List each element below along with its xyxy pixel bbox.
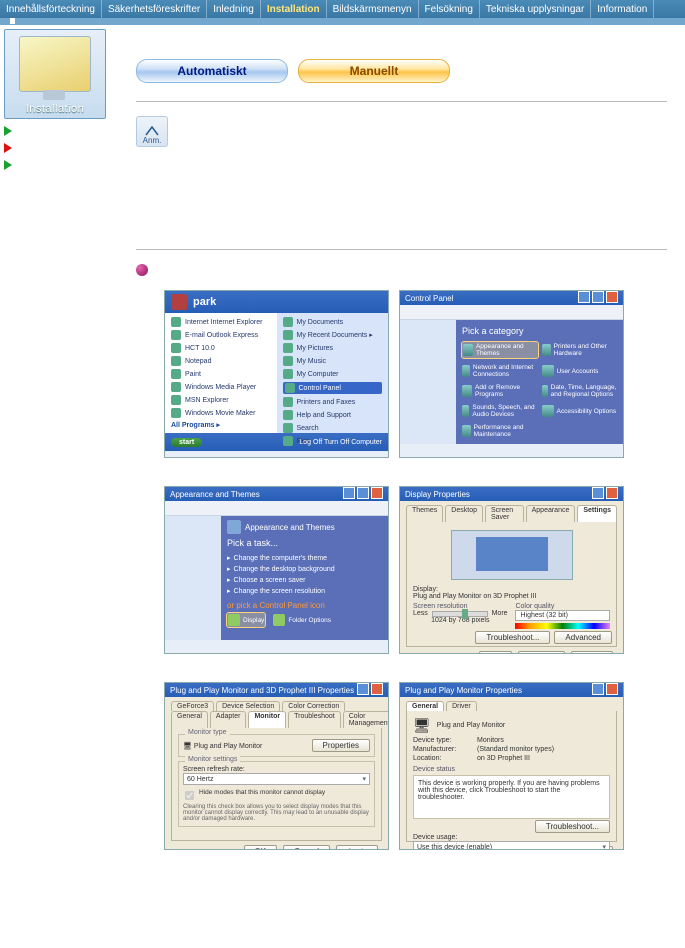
triangle-icon: [4, 143, 12, 153]
tab-tech[interactable]: Tekniska upplysningar: [480, 0, 591, 18]
list-item: User Accounts: [542, 364, 618, 378]
separator: [136, 249, 667, 250]
list-item: Network and Internet Connections: [462, 364, 538, 378]
ok-button: OK: [244, 845, 278, 850]
refresh-select: 60 Hertz: [183, 773, 370, 785]
device-status: This device is working properly. If you …: [413, 775, 610, 819]
screenshot-grid: park Internet Internet Explorer E-mail O…: [164, 290, 667, 850]
hide-modes-checkbox: [185, 791, 194, 800]
list-item: Accessibility Options: [542, 404, 618, 418]
troubleshoot-button: Troubleshoot...: [535, 820, 610, 833]
note-block: Anm. _: [136, 116, 667, 147]
list-item: Change the computer's theme: [227, 554, 382, 562]
screenshot-control-panel: Control Panel Pick a category Appearance…: [399, 290, 624, 458]
all-programs: All Programs ▸: [171, 421, 271, 429]
decorative-stripe: [0, 18, 685, 25]
pill-automatic[interactable]: Automatiskt: [136, 59, 288, 83]
list-item: MSN Explorer: [171, 395, 271, 405]
triangle-icon: [4, 126, 12, 136]
screenshot-appearance-themes: Appearance and Themes Appearance and The…: [164, 486, 389, 654]
list-item: My Documents: [283, 317, 383, 327]
tab-installation[interactable]: Installation: [261, 0, 327, 18]
properties-button: Properties: [312, 739, 370, 752]
tab-troubleshooting[interactable]: Felsökning: [419, 0, 480, 18]
monitor-icon: [19, 36, 91, 92]
tab-info[interactable]: Information: [591, 0, 654, 18]
apply-button: Apply: [571, 651, 613, 654]
monitor-stand-icon: [43, 90, 65, 100]
list-item: Internet Internet Explorer: [171, 317, 271, 327]
category-highlighted: Appearance and Themes: [462, 342, 538, 358]
list-item: Notepad: [171, 356, 271, 366]
list-item: Windows Media Player: [171, 382, 271, 392]
triangle-icon: [4, 160, 12, 170]
sidebar-item-1[interactable]: [4, 125, 114, 136]
list-item: Choose a screen saver: [227, 576, 382, 584]
list-item: My Computer: [283, 369, 383, 379]
sidebar-card: Installation: [4, 29, 106, 119]
icon-display: Display: [227, 613, 265, 627]
list-item: E-mail Outlook Express: [171, 330, 271, 340]
list-item: Windows Movie Maker: [171, 408, 271, 418]
list-item: Sounds, Speech, and Audio Devices: [462, 404, 538, 418]
list-item: Folder Options: [273, 613, 331, 627]
list-item: Printers and Other Hardware: [542, 342, 618, 358]
ok-button: OK: [479, 651, 513, 654]
cancel-button: Cancel: [518, 651, 565, 654]
list-item: My Music: [283, 356, 383, 366]
apply-button: Apply: [336, 845, 378, 850]
list-item: Change the desktop background: [227, 565, 382, 573]
tab-osd[interactable]: Bildskärmsmenyn: [327, 0, 419, 18]
sidebar-card-label: Installation: [5, 103, 105, 115]
window-buttons: [355, 683, 383, 697]
section-bullet: Microsoft® Windows® XP operativsystem: [136, 264, 667, 276]
tab-toc[interactable]: Innehållsförteckning: [0, 0, 102, 18]
start-right-column: My Documents My Recent Documents ▸ My Pi…: [277, 313, 389, 433]
list-item: Performance and Maintenance: [462, 424, 538, 438]
list-item: Help and Support: [283, 410, 383, 420]
list-item-highlighted: Control Panel: [283, 382, 383, 394]
heading: Pick a category: [462, 326, 617, 336]
window-buttons: [341, 487, 383, 501]
screenshot-monitor-advanced: Plug and Play Monitor and 3D Prophet III…: [164, 682, 389, 850]
sidebar-item-3[interactable]: [4, 159, 114, 170]
list-item: Paint: [171, 369, 271, 379]
tab-safety[interactable]: Säkerhetsföreskrifter: [102, 0, 207, 18]
list-item: HCT 10.0: [171, 343, 271, 353]
window-buttons: [590, 683, 618, 697]
sidebar-item-2[interactable]: [4, 142, 114, 153]
device-usage-select: Use this device (enable): [413, 841, 610, 850]
start-left-column: Internet Internet Explorer E-mail Outloo…: [165, 313, 277, 433]
window-buttons: [590, 487, 618, 501]
logoff-text: Log Off Turn Off Computer: [299, 439, 382, 446]
list-item: My Pictures: [283, 343, 383, 353]
sidebar: Installation: [0, 25, 118, 880]
note-icon: Anm.: [136, 116, 168, 147]
tab-intro[interactable]: Inledning: [207, 0, 261, 18]
advanced-button: Advanced: [554, 631, 612, 644]
start-button: start: [171, 438, 202, 447]
list-item: Add or Remove Programs: [462, 384, 538, 398]
list-item: Search: [283, 423, 383, 433]
list-item: Change the screen resolution: [227, 587, 382, 595]
avatar-icon: [171, 294, 187, 310]
separator: [136, 101, 667, 102]
list-item: Printers and Faxes: [283, 397, 383, 407]
bullet-icon: [136, 264, 148, 276]
cancel-button: Cancel: [283, 845, 330, 850]
troubleshoot-button: Troubleshoot...: [475, 631, 550, 644]
window-buttons: [576, 291, 618, 305]
screenshot-display-properties: Display Properties Themes Desktop Screen…: [399, 486, 624, 654]
pill-manual[interactable]: Manuellt: [298, 59, 450, 83]
monitor-preview: [451, 530, 573, 580]
list-item: Date, Time, Language, and Regional Optio…: [542, 384, 618, 398]
top-tabs: Innehållsförteckning Säkerhetsföreskrift…: [0, 0, 685, 18]
screenshot-start-menu: park Internet Internet Explorer E-mail O…: [164, 290, 389, 458]
list-item: My Recent Documents ▸: [283, 330, 383, 340]
screenshot-monitor-general: Plug and Play Monitor Properties General…: [399, 682, 624, 850]
main-content: Automatiskt Manuellt Anm. _ _ Microsoft®…: [118, 25, 685, 880]
